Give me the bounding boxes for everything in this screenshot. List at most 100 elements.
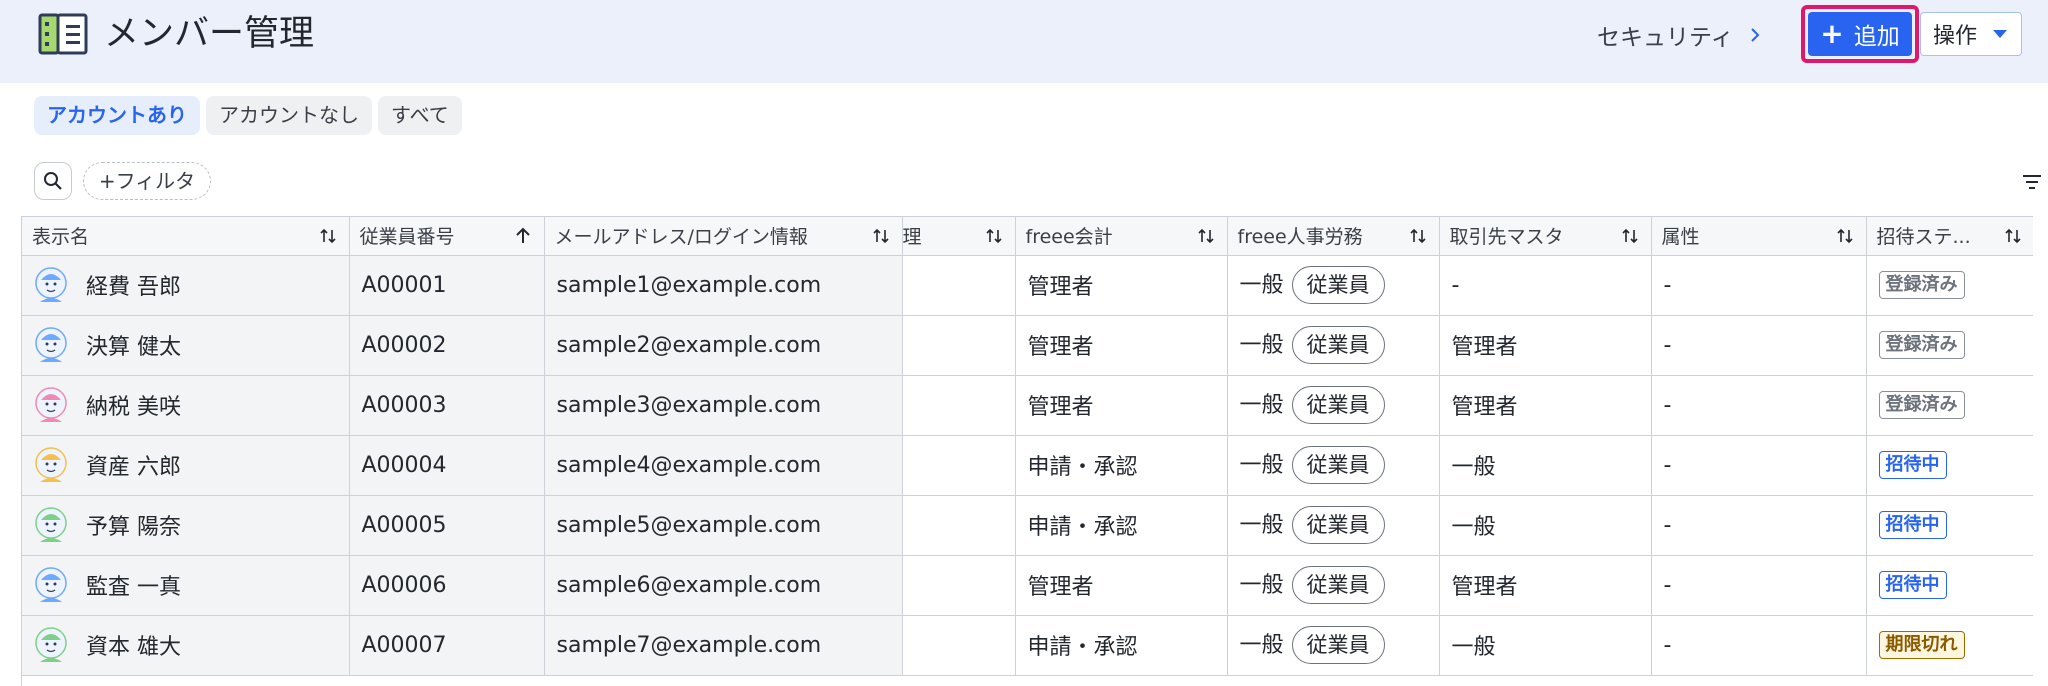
email-cell: sample6@example.com	[544, 555, 903, 616]
display-name-cell: 決算 健太	[22, 315, 350, 376]
partner-master-cell: 一般	[1439, 435, 1652, 496]
column-filter-icon[interactable]	[2021, 172, 2043, 192]
invite-status-cell: 登録済み	[1866, 375, 2033, 436]
column-header-attribute[interactable]: 属性	[1651, 217, 1867, 256]
status-badge: 招待中	[1878, 511, 1947, 539]
column-header-freee-hr[interactable]: freee人事労務	[1227, 217, 1440, 256]
members-table: 表示名 従業員番号 メールアドレス/ログイン情報 理 freee会計 freee…	[21, 216, 2033, 686]
invite-status-cell: 招待中	[1866, 495, 2033, 556]
tab-all[interactable]: すべて	[378, 96, 462, 135]
chevron-right-icon	[1750, 28, 1760, 42]
column-header-email[interactable]: メールアドレス/ログイン情報	[544, 217, 903, 256]
avatar-icon	[35, 567, 67, 602]
truncated-cell	[902, 375, 1016, 436]
sort-icon[interactable]	[1197, 227, 1215, 245]
display-name: 監査 一真	[86, 575, 181, 600]
search-button[interactable]	[34, 162, 72, 200]
attribute-cell: -	[1651, 375, 1867, 436]
table-row[interactable]: 資産 六郎 A00004 sample4@example.com 申請・承認 一般 従業員…	[22, 435, 2033, 496]
avatar-icon	[35, 627, 67, 662]
sort-icon[interactable]	[1836, 227, 1854, 245]
column-header-label: 理	[902, 226, 922, 249]
hr-role: 一般	[1239, 453, 1284, 478]
freee-hr-cell: 一般 従業員	[1227, 435, 1440, 496]
hr-role: 一般	[1239, 573, 1284, 598]
security-link[interactable]: セキュリティ	[1597, 17, 1762, 53]
table-row[interactable]: 納税 美咲 A00003 sample3@example.com 管理者 一般 従業員 管理…	[22, 375, 2033, 436]
column-header-partner-master[interactable]: 取引先マスタ	[1439, 217, 1652, 256]
table-row[interactable]: 経費 吾郎 A00001 sample1@example.com 管理者 一般 従業員 - -…	[22, 255, 2033, 316]
invite-status-cell: 招待中	[1866, 435, 2033, 496]
column-header-label: 招待ステ...	[1876, 226, 1971, 249]
sort-icon[interactable]	[1621, 227, 1639, 245]
partner-master-cell: 一般	[1439, 495, 1652, 556]
column-header-employee-number[interactable]: 従業員番号	[349, 217, 545, 256]
operations-button-label: 操作	[1933, 24, 1978, 49]
column-header-label: メールアドレス/ログイン情報	[554, 226, 808, 249]
status-badge: 招待中	[1878, 571, 1947, 599]
column-header-invite-status[interactable]: 招待ステ...	[1866, 217, 2033, 256]
employee-number-cell: A00002	[349, 315, 545, 376]
employee-number-cell: A00006	[349, 555, 545, 616]
invite-status-cell: 期限切れ	[1866, 615, 2033, 676]
add-button-label: 追加	[1853, 24, 1900, 50]
column-header-display-name[interactable]: 表示名	[22, 217, 350, 256]
partner-master-cell: -	[1439, 255, 1652, 316]
column-header-label: 従業員番号	[359, 226, 455, 249]
freee-accounting-cell: 管理者	[1015, 555, 1228, 616]
table-row[interactable]: 決算 健太 A00002 sample2@example.com 管理者 一般 従業員 管理…	[22, 315, 2033, 376]
table-row[interactable]: 資本 雄大 A00007 sample7@example.com 申請・承認 一般 従業員…	[22, 615, 2033, 676]
display-name-cell: 予算 陽奈	[22, 495, 350, 556]
add-filter-button[interactable]: +フィルタ	[83, 162, 211, 200]
member-management-icon	[38, 13, 88, 55]
attribute-cell: -	[1651, 315, 1867, 376]
tab-without-account[interactable]: アカウントなし	[206, 96, 372, 135]
status-badge: 登録済み	[1878, 271, 1965, 299]
freee-accounting-cell: 申請・承認	[1015, 435, 1228, 496]
sort-icon[interactable]	[872, 227, 890, 245]
display-name-cell: 資本 雄大	[22, 615, 350, 676]
column-header-freee-accounting[interactable]: freee会計	[1015, 217, 1228, 256]
column-header-label: 表示名	[32, 226, 90, 249]
tab-with-account[interactable]: アカウントあり	[34, 96, 200, 135]
sort-ascending-icon[interactable]	[514, 227, 532, 245]
table-row[interactable]: 監査 一真 A00006 sample6@example.com 管理者 一般 従業員 管理…	[22, 555, 2033, 616]
email-cell: sample7@example.com	[544, 615, 903, 676]
freee-hr-cell: 一般 従業員	[1227, 495, 1440, 556]
truncated-cell	[902, 315, 1016, 376]
partner-master-cell: 管理者	[1439, 375, 1652, 436]
email-cell: sample4@example.com	[544, 435, 903, 496]
avatar-icon	[35, 507, 67, 542]
attribute-cell: -	[1651, 615, 1867, 676]
hr-role: 一般	[1239, 513, 1284, 538]
operations-button[interactable]: 操作	[1920, 12, 2022, 56]
display-name-cell: 納税 美咲	[22, 375, 350, 436]
column-header-truncated[interactable]: 理	[902, 217, 1016, 256]
add-button[interactable]: + 追加	[1808, 12, 1912, 56]
employee-number-cell: A00001	[349, 255, 545, 316]
sort-icon[interactable]	[319, 227, 337, 245]
truncated-cell	[902, 495, 1016, 556]
partner-master-cell: 管理者	[1439, 315, 1652, 376]
freee-accounting-cell: 管理者	[1015, 255, 1228, 316]
display-name: 資本 雄大	[86, 635, 181, 660]
invite-status-cell: 登録済み	[1866, 315, 2033, 376]
employee-number-cell: A00005	[349, 495, 545, 556]
table-row[interactable]: 予算 陽奈 A00005 sample5@example.com 申請・承認 一般 従業員…	[22, 495, 2033, 556]
truncated-cell	[902, 255, 1016, 316]
partner-master-cell: 管理者	[1439, 555, 1652, 616]
sort-icon[interactable]	[985, 227, 1003, 245]
display-name-cell: 監査 一真	[22, 555, 350, 616]
column-header-label: freee会計	[1025, 226, 1113, 249]
sort-icon[interactable]	[2004, 227, 2022, 245]
avatar-icon	[35, 327, 67, 362]
attribute-cell: -	[1651, 255, 1867, 316]
status-badge: 登録済み	[1878, 331, 1965, 359]
freee-accounting-cell: 申請・承認	[1015, 615, 1228, 676]
employee-pill: 従業員	[1291, 506, 1385, 544]
page-title: メンバー管理	[104, 14, 315, 54]
sort-icon[interactable]	[1409, 227, 1427, 245]
invite-status-cell: 登録済み	[1866, 255, 2033, 316]
email-cell: sample1@example.com	[544, 255, 903, 316]
hr-role: 一般	[1239, 333, 1284, 358]
